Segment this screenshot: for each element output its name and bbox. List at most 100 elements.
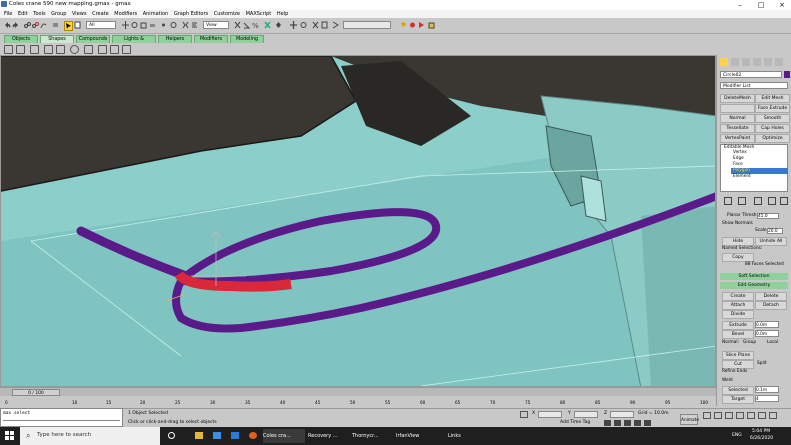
undo-icon[interactable] — [4, 21, 11, 29]
menu-create[interactable]: Create — [92, 10, 109, 18]
local-radio[interactable]: Local — [767, 340, 778, 346]
clock-date[interactable]: 6/26/2020 — [750, 436, 773, 441]
object-color-swatch[interactable] — [784, 71, 790, 78]
file-explorer-icon[interactable] — [195, 432, 203, 439]
weld-target-spinner[interactable]: 4 — [755, 395, 779, 402]
select-by-name-icon[interactable] — [74, 21, 81, 29]
optimize-button[interactable]: Optimize — [755, 134, 790, 143]
zoom-viewport-icon[interactable] — [703, 412, 711, 419]
create-cylinder-icon[interactable] — [110, 45, 119, 54]
bind-space-warp-icon[interactable] — [40, 21, 47, 29]
extrude-button[interactable]: Extrude — [722, 321, 754, 330]
pan-icon[interactable] — [747, 412, 755, 419]
group-radio[interactable]: Group — [743, 340, 756, 346]
select-link-icon[interactable] — [24, 21, 31, 29]
track-view-icon[interactable] — [428, 21, 435, 29]
hide-button[interactable]: Hide — [722, 237, 754, 246]
maximize-button[interactable]: □ — [754, 0, 768, 10]
redo-icon[interactable] — [12, 21, 19, 29]
create-cone-icon[interactable] — [122, 45, 131, 54]
time-slider-thumb[interactable]: 0 / 100 — [12, 389, 60, 396]
percent-snap-icon[interactable]: % — [252, 21, 259, 30]
add-time-tag-button[interactable]: Add Time Tag — [560, 420, 590, 425]
soft-selection-rollout[interactable]: Soft Selection — [720, 273, 788, 280]
arc-rotate-icon[interactable] — [300, 21, 307, 29]
reference-coordinate-dropdown[interactable]: View — [203, 21, 229, 29]
x-coord-field[interactable] — [538, 411, 562, 418]
arc-rotate-view-icon[interactable] — [758, 412, 766, 419]
snap-toggle-icon[interactable] — [234, 21, 241, 29]
create-triangle-icon[interactable] — [44, 45, 53, 54]
edit-mesh-button[interactable]: Edit Mesh — [755, 94, 790, 103]
previous-frame-icon[interactable] — [614, 420, 621, 426]
taskbar-app-coles[interactable]: Coles cra... — [263, 429, 305, 443]
motion-panel-icon[interactable] — [753, 58, 761, 66]
menu-maxscript[interactable]: MAXScript — [246, 10, 272, 18]
zoom-icon[interactable] — [312, 21, 319, 29]
cortana-icon[interactable] — [168, 432, 175, 439]
weld-threshold-spinner[interactable]: 0.1m — [755, 386, 779, 393]
smooth-button[interactable]: Smooth — [755, 114, 790, 123]
z-coord-field[interactable] — [610, 411, 634, 418]
vertexpaint-button[interactable]: VertexPaint — [720, 134, 755, 143]
taskbar-links-toolbar[interactable]: Links — [448, 429, 461, 443]
menu-views[interactable]: Views — [72, 10, 86, 18]
field-of-view-icon[interactable] — [332, 21, 339, 29]
selection-filter-dropdown[interactable]: All — [86, 21, 116, 29]
split-checkbox[interactable]: Split — [757, 361, 767, 367]
create-torus-icon[interactable] — [56, 45, 65, 54]
animate-button[interactable]: Animate — [680, 414, 699, 425]
create-grid-icon[interactable] — [16, 45, 25, 54]
y-coord-field[interactable] — [574, 411, 598, 418]
normal-modifier-button[interactable]: Normal — [720, 114, 755, 123]
use-pivot-icon[interactable] — [160, 21, 167, 29]
selection-filter-icon[interactable] — [52, 21, 59, 29]
quick-render-icon[interactable] — [418, 21, 425, 29]
taskbar-app-thornycroft[interactable]: Thornycr... — [352, 429, 394, 443]
select-move-icon[interactable] — [122, 21, 129, 29]
planar-thresh-spinner[interactable]: 45.0 — [757, 213, 779, 219]
clock-time[interactable]: 5:04 PM — [752, 429, 770, 434]
align-icon[interactable] — [191, 21, 198, 29]
render-scene-icon[interactable] — [400, 21, 407, 29]
extrude-spinner[interactable]: 0.0m — [755, 321, 779, 328]
attach-button[interactable]: Attach — [722, 301, 754, 310]
minimize-button[interactable]: – — [733, 0, 747, 10]
snap-tools-icon[interactable] — [264, 21, 271, 29]
configure-modifier-sets-icon[interactable] — [780, 197, 788, 205]
display-panel-icon[interactable] — [764, 58, 772, 66]
language-indicator[interactable]: ENG — [732, 429, 742, 443]
named-selection-set-dropdown[interactable] — [343, 21, 391, 29]
unlink-icon[interactable] — [32, 21, 39, 29]
modifier-list-dropdown[interactable]: Modifier List — [720, 82, 788, 89]
create-sphere-icon[interactable] — [70, 45, 79, 54]
mirror-icon[interactable] — [182, 21, 189, 29]
mail-icon[interactable] — [231, 432, 239, 439]
menu-file[interactable]: File — [4, 10, 12, 18]
tessellate-button[interactable]: Tessellate — [720, 124, 755, 133]
firefox-icon[interactable] — [249, 432, 257, 439]
maximize-viewport-icon[interactable] — [769, 412, 777, 419]
menu-group[interactable]: Group — [51, 10, 66, 18]
edit-geometry-rollout[interactable]: Edit Geometry — [720, 282, 788, 289]
create-box-icon[interactable] — [84, 45, 93, 54]
create-wave-icon[interactable] — [30, 45, 39, 54]
object-name-field[interactable]: Circle02 — [720, 71, 782, 78]
show-end-result-icon[interactable] — [738, 197, 746, 205]
zoom-extents-all-icon[interactable] — [725, 412, 733, 419]
taskbar-app-irfanview[interactable]: IrfanView — [396, 429, 438, 443]
create-button[interactable]: Create — [722, 292, 754, 301]
unhide-all-button[interactable]: Unhide All — [755, 237, 787, 246]
angle-snap-icon[interactable] — [243, 21, 251, 29]
cut-button[interactable]: Cut — [722, 360, 754, 369]
deletemesh-button[interactable]: DeleteMesh — [720, 94, 755, 103]
create-star-icon[interactable] — [98, 45, 107, 54]
zoom-all-icon[interactable] — [714, 412, 722, 419]
maxscript-listener[interactable]: max select — [0, 408, 123, 427]
menu-tools[interactable]: Tools — [33, 10, 45, 18]
weld-target-button[interactable]: Target — [722, 395, 754, 404]
scale-spinner[interactable]: 20.0 — [767, 228, 783, 234]
close-button[interactable]: × — [775, 0, 789, 10]
show-normals-checkbox[interactable]: Show Normals — [722, 221, 753, 227]
cap-holes-button[interactable]: Cap Holes — [755, 124, 790, 133]
